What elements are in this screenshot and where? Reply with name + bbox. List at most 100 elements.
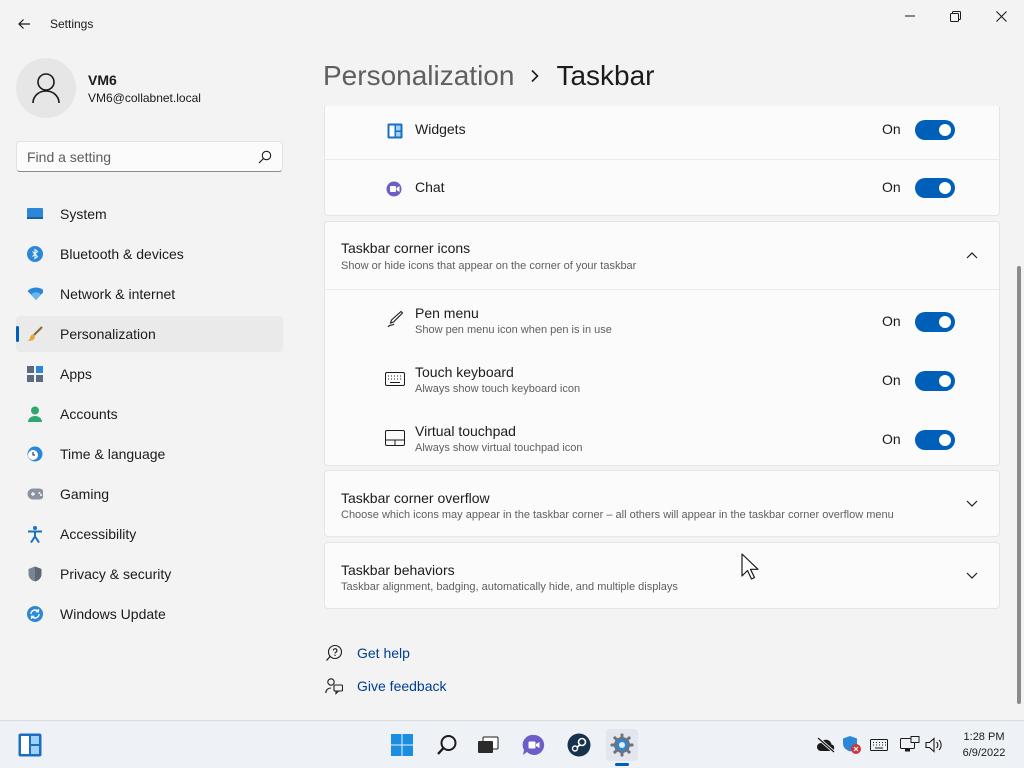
active-app-indicator [615,763,629,766]
corner-icons-card: Taskbar corner icons Show or hide icons … [324,221,1000,466]
close-button[interactable] [978,0,1024,32]
chevron-down-icon[interactable] [965,569,979,583]
settings-taskbar-button[interactable] [606,729,638,761]
sidebar-item-windows-update[interactable]: Windows Update [16,596,283,632]
chat-icon [385,179,405,199]
apps-icon [27,366,43,382]
sidebar-item-apps[interactable]: Apps [16,356,283,392]
steam-taskbar-button[interactable] [563,729,595,761]
virtual-touchpad-toggle[interactable] [915,430,955,450]
touch-keyboard-toggle[interactable] [915,371,955,391]
update-icon [27,606,43,622]
virtual-touchpad-state: On [882,431,901,447]
breadcrumb: Personalization Taskbar [323,58,655,94]
chevron-down-icon[interactable] [965,497,979,511]
pen-menu-subtitle: Show pen menu icon when pen is in use [415,324,612,336]
pen-menu-toggle[interactable] [915,312,955,332]
clock-globe-icon [27,446,43,462]
content-scrollbar[interactable] [1017,266,1021,704]
keyboard-icon[interactable] [869,735,889,755]
task-view-icon [478,736,499,753]
get-help-link[interactable]: Get help [324,642,410,664]
minimize-icon [905,15,915,17]
touchpad-icon [385,428,405,448]
restore-icon [949,10,961,22]
corner-overflow-subtitle: Choose which icons may appear in the tas… [341,509,894,521]
widgets-icon [18,733,42,757]
corner-icons-header[interactable]: Taskbar corner icons Show or hide icons … [325,222,999,289]
behaviors-title: Taskbar behaviors [341,562,455,578]
chevron-right-icon [530,69,540,83]
accounts-icon [27,406,43,422]
widgets-label: Widgets [415,121,466,137]
user-profile[interactable]: VM6 VM6@collabnet.local [16,57,286,118]
widgets-taskbar-button[interactable] [14,729,46,761]
sidebar-nav: System Bluetooth & devices Network & int… [16,196,283,636]
search-box[interactable] [16,141,283,172]
sidebar-item-accounts[interactable]: Accounts [16,396,283,432]
minimize-button[interactable] [887,0,933,32]
corner-overflow-title: Taskbar corner overflow [341,490,490,506]
volume-icon[interactable] [925,735,945,755]
app-title: Settings [50,17,94,31]
search-input[interactable] [27,148,247,166]
security-alert-icon[interactable] [842,735,862,755]
settings-content: Widgets On Chat On Taskbar corner icons … [324,106,1000,718]
chat-taskbar-button[interactable] [518,729,550,761]
clock-time: 1:28 PM [963,731,1005,743]
shield-icon [27,566,43,582]
pen-menu-state: On [882,313,901,329]
start-button[interactable] [386,729,418,761]
clock-date: 6/9/2022 [962,747,1006,759]
user-name: VM6 [88,72,117,88]
onedrive-offline-icon[interactable] [816,735,836,755]
task-view-button[interactable] [472,729,504,761]
virtual-touchpad-row: Virtual touchpad Always show virtual tou… [325,408,999,467]
search-icon[interactable] [258,150,272,169]
behaviors-subtitle: Taskbar alignment, badging, automaticall… [341,581,678,593]
corner-icons-subtitle: Show or hide icons that appear on the co… [341,260,637,272]
system-clock[interactable]: 1:28 PM 6/9/2022 [952,729,1016,761]
chat-toggle[interactable] [915,178,955,198]
behaviors-card[interactable]: Taskbar behaviors Taskbar alignment, bad… [324,542,1000,609]
bluetooth-icon [27,246,43,262]
accessibility-icon [27,525,43,543]
sidebar-item-personalization[interactable]: Personalization [16,316,283,352]
close-icon [995,10,1007,22]
chat-state: On [882,179,901,195]
person-icon [32,73,60,104]
sidebar-item-gaming[interactable]: Gaming [16,476,283,512]
give-feedback-label[interactable]: Give feedback [357,678,447,694]
wifi-icon [27,286,43,302]
chevron-up-icon[interactable] [965,248,979,262]
touch-keyboard-state: On [882,372,901,388]
widgets-icon [385,121,405,141]
pen-icon [385,309,405,329]
chat-row: Chat On [325,160,999,217]
touch-keyboard-subtitle: Always show touch keyboard icon [415,383,581,395]
sidebar-item-time-language[interactable]: Time & language [16,436,283,472]
search-taskbar-button[interactable] [431,729,463,761]
corner-overflow-card[interactable]: Taskbar corner overflow Choose which ico… [324,470,1000,537]
feedback-icon [324,676,344,696]
windows-taskbar: 1:28 PM 6/9/2022 [0,720,1024,768]
maximize-button[interactable] [932,0,978,32]
breadcrumb-parent[interactable]: Personalization [323,60,514,92]
search-icon [437,735,457,755]
help-icon [324,643,344,663]
give-feedback-link[interactable]: Give feedback [324,675,447,697]
virtual-touchpad-subtitle: Always show virtual touchpad icon [415,442,583,454]
sidebar-item-network[interactable]: Network & internet [16,276,283,312]
widgets-toggle[interactable] [915,120,955,140]
network-wired-icon[interactable] [900,735,920,755]
sidebar-item-accessibility[interactable]: Accessibility [16,516,283,552]
get-help-label[interactable]: Get help [357,645,410,661]
title-bar: Settings [0,0,1024,48]
sidebar-item-privacy[interactable]: Privacy & security [16,556,283,592]
pen-menu-title: Pen menu [415,305,479,321]
pen-menu-row: Pen menu Show pen menu icon when pen is … [325,290,999,349]
sidebar-item-bluetooth[interactable]: Bluetooth & devices [16,236,283,272]
sidebar-item-system[interactable]: System [16,196,283,232]
corner-icons-title: Taskbar corner icons [341,240,471,256]
back-button[interactable] [8,8,40,40]
